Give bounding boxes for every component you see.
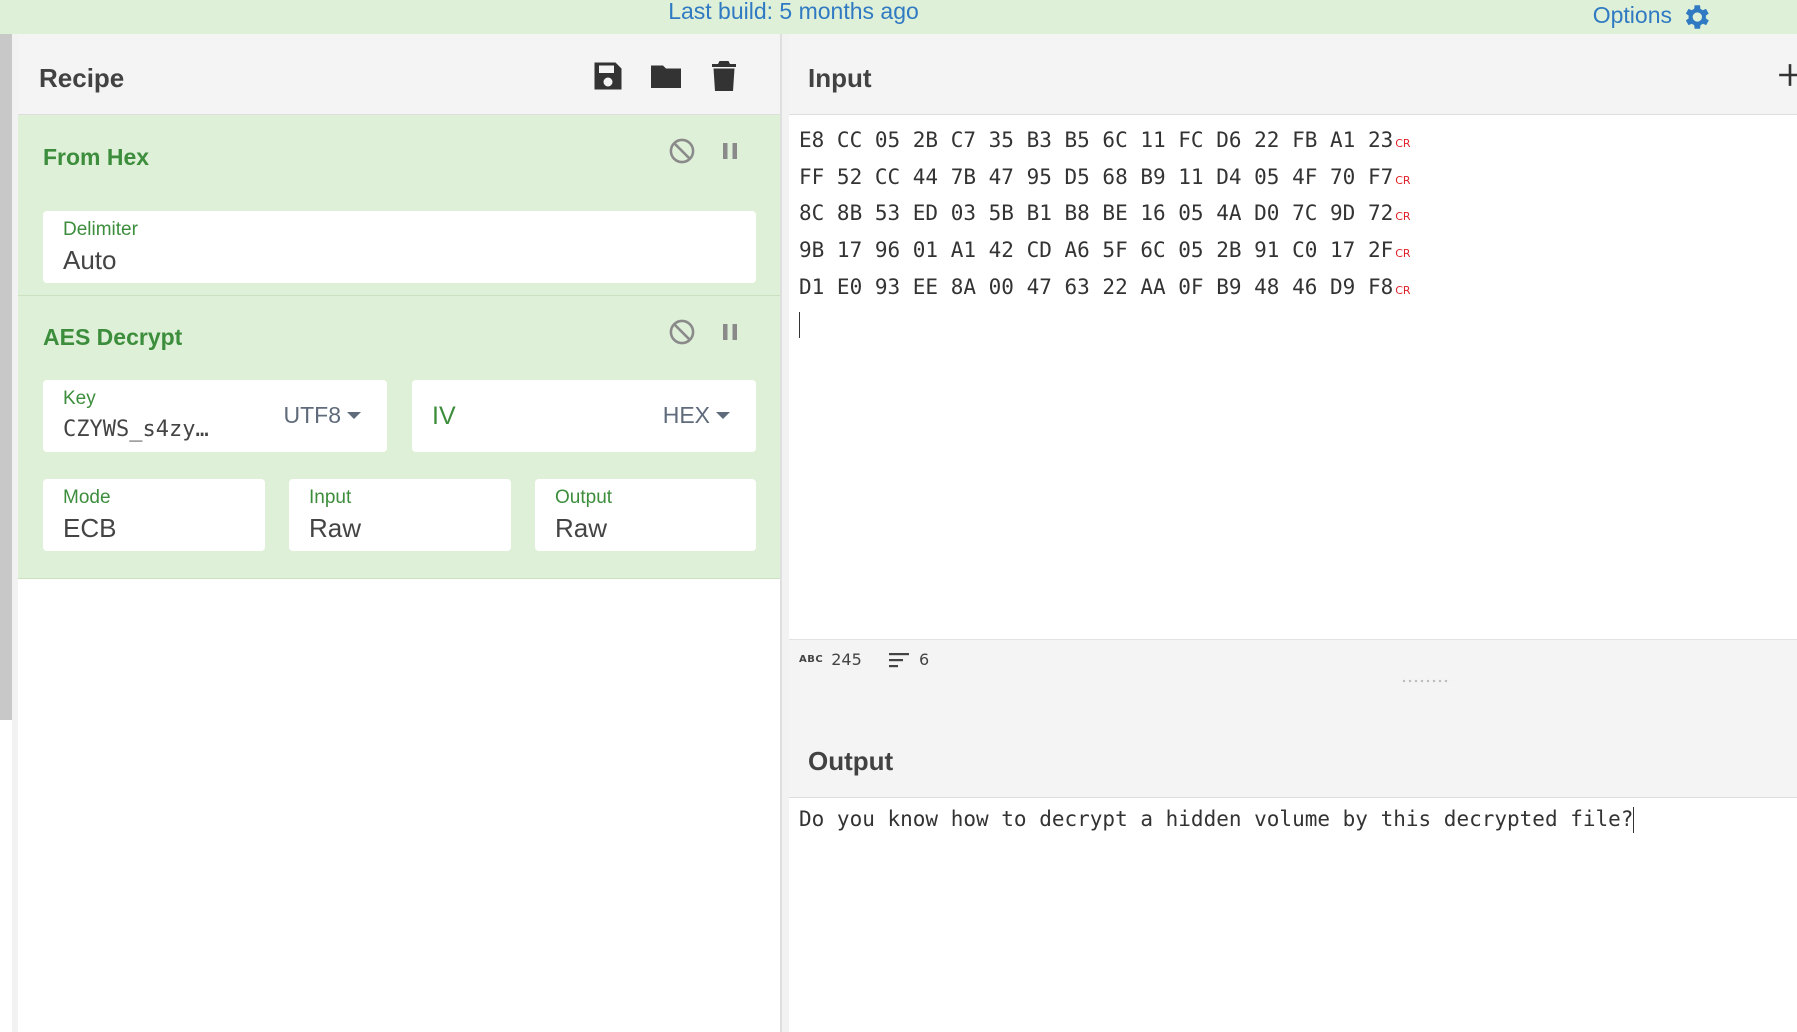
key-value: CZYWS_s4zy…	[63, 417, 209, 442]
input-title: Input	[808, 63, 872, 93]
abc-icon: ABC	[799, 654, 824, 665]
dropdown-label: HEX	[662, 402, 710, 428]
iv-encoding-dropdown[interactable]: HEX	[663, 402, 730, 429]
recipe-title: Recipe	[39, 63, 125, 93]
last-build-notice[interactable]: Last build: 5 months ago	[0, 0, 1587, 25]
input-line: E8 CC 05 2B C7 35 B3 B5 6C 11 FC D6 22 F…	[799, 128, 1411, 152]
cr-marker: CR	[1395, 283, 1411, 297]
input-format-field[interactable]: Input Raw	[289, 479, 511, 551]
options-button[interactable]: Options	[1593, 0, 1712, 33]
cr-marker: CR	[1395, 137, 1411, 150]
resize-grip-icon[interactable]	[1401, 679, 1451, 683]
output-format-field[interactable]: Output Raw	[535, 479, 756, 551]
gear-icon	[1685, 5, 1709, 29]
field-value: Auto	[63, 245, 117, 275]
input-header: Input	[789, 34, 1797, 115]
field-label: Mode	[63, 487, 111, 508]
recipe-panel: Recipe From Hex Delimiter Auto AES Decry…	[18, 34, 781, 1032]
cr-marker: CR	[1395, 247, 1411, 261]
chevron-down-icon	[716, 412, 730, 419]
output-title: Output	[808, 746, 894, 776]
left-scrollbar[interactable]	[0, 34, 12, 720]
operation-aes-decrypt[interactable]: AES Decrypt Key CZYWS_s4zy… UTF8 IV HEX	[18, 296, 780, 579]
recipe-header: Recipe	[18, 34, 780, 115]
dropdown-label: UTF8	[283, 402, 342, 428]
delimiter-field[interactable]: Delimiter Auto	[43, 211, 756, 283]
field-label: Key	[63, 388, 96, 409]
cr-marker: CR	[1395, 173, 1411, 187]
mode-field[interactable]: Mode ECB	[43, 479, 265, 551]
char-count: ABC 245	[799, 650, 862, 669]
save-icon[interactable]	[590, 58, 626, 94]
disable-icon[interactable]	[668, 318, 696, 346]
top-banner: Last build: 5 months ago Options	[0, 0, 1797, 35]
chevron-down-icon	[347, 412, 361, 419]
key-field[interactable]: Key CZYWS_s4zy… UTF8	[43, 380, 387, 452]
field-value: ECB	[63, 513, 117, 543]
field-value: Raw	[309, 513, 362, 543]
disable-icon[interactable]	[668, 137, 696, 165]
lines-icon	[889, 652, 909, 667]
trash-icon[interactable]	[706, 58, 742, 94]
add-tab-icon[interactable]	[1777, 62, 1797, 88]
iv-field[interactable]: IV HEX	[412, 380, 756, 452]
operation-from-hex[interactable]: From Hex Delimiter Auto	[18, 115, 780, 296]
input-line: 9B 17 96 01 A1 42 CD A6 5F 6C 05 2B 91 C…	[799, 238, 1411, 263]
field-label: Input	[309, 487, 352, 508]
pause-icon[interactable]	[718, 320, 742, 344]
input-textarea[interactable]: E8 CC 05 2B C7 35 B3 B5 6C 11 FC D6 22 F…	[799, 124, 1411, 341]
iv-placeholder: IV	[432, 402, 456, 430]
input-line: 8C 8B 53 ED 03 5B B1 B8 BE 16 05 4A D0 7…	[799, 201, 1411, 226]
line-count-value: 6	[919, 650, 930, 669]
pause-icon[interactable]	[718, 139, 742, 163]
input-status-bar: ABC 245 6	[789, 639, 1797, 681]
operation-title: AES Decrypt	[43, 324, 183, 350]
io-panel: Input E8 CC 05 2B C7 35 B3 B5 6C 11 FC D…	[789, 34, 1797, 1032]
input-line: D1 E0 93 EE 8A 00 47 63 22 AA 0F B9 48 4…	[799, 274, 1411, 299]
field-label: Delimiter	[63, 219, 138, 240]
char-count-value: 245	[831, 650, 862, 669]
text-cursor	[799, 311, 800, 338]
field-label: Output	[555, 487, 613, 508]
folder-icon[interactable]	[648, 58, 684, 94]
text-cursor	[1633, 807, 1635, 833]
field-value: Raw	[555, 513, 608, 543]
output-textarea[interactable]: Do you know how to decrypt a hidden volu…	[799, 807, 1635, 833]
output-header: Output	[789, 717, 1797, 798]
input-line: FF 52 CC 44 7B 47 95 D5 68 B9 11 D4 05 4…	[799, 164, 1411, 189]
operation-title: From Hex	[43, 144, 150, 170]
key-encoding-dropdown[interactable]: UTF8	[283, 402, 361, 429]
line-count: 6	[889, 650, 929, 669]
io-divider[interactable]	[789, 680, 1797, 717]
output-value: Do you know how to decrypt a hidden volu…	[799, 807, 1634, 831]
cr-marker: CR	[1395, 210, 1411, 224]
options-label: Options	[1592, 2, 1672, 28]
